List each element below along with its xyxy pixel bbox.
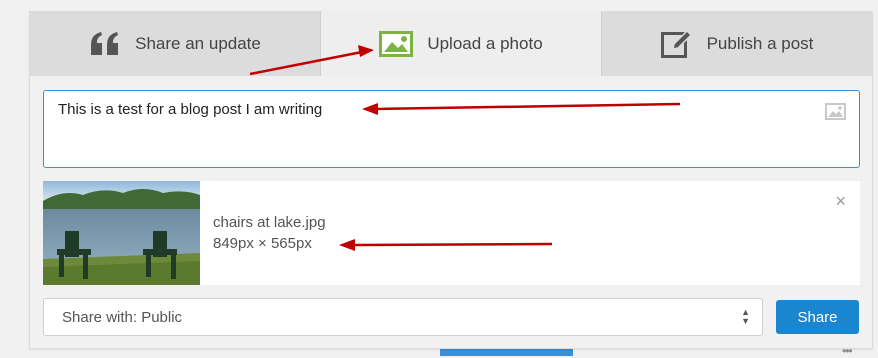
photo-attachment: chairs at lake.jpg 849px × 565px × bbox=[43, 181, 860, 285]
share-with-label: Share with: Public bbox=[62, 309, 183, 326]
file-dimensions: 849px × 565px bbox=[213, 235, 312, 252]
select-arrows-icon: ▲ ▼ bbox=[741, 307, 750, 326]
tab-label: Upload a photo bbox=[427, 33, 543, 53]
tab-label: Share an update bbox=[135, 33, 261, 53]
quote-icon bbox=[89, 31, 121, 57]
post-text-field[interactable]: This is a test for a blog post I am writ… bbox=[43, 90, 860, 168]
post-text: This is a test for a blog post I am writ… bbox=[58, 101, 323, 118]
tab-publish-post[interactable]: Publish a post bbox=[601, 11, 872, 76]
file-name: chairs at lake.jpg bbox=[213, 214, 326, 231]
tab-upload-photo[interactable]: Upload a photo bbox=[321, 11, 601, 76]
tab-share-update[interactable]: Share an update bbox=[30, 11, 321, 76]
photo-icon bbox=[379, 30, 414, 57]
share-with-select[interactable]: Share with: Public ▲ ▼ bbox=[43, 298, 763, 336]
share-box: Share an update Upload a photo Publish a… bbox=[29, 11, 873, 349]
image-icon[interactable] bbox=[825, 103, 846, 125]
close-icon[interactable]: × bbox=[835, 191, 846, 212]
share-tabs: Share an update Upload a photo Publish a… bbox=[30, 11, 872, 76]
background-button-edge bbox=[440, 348, 573, 356]
photo-thumbnail bbox=[43, 181, 200, 285]
edit-icon bbox=[660, 29, 693, 59]
tab-label: Publish a post bbox=[706, 33, 814, 53]
share-button[interactable]: Share bbox=[776, 300, 859, 334]
